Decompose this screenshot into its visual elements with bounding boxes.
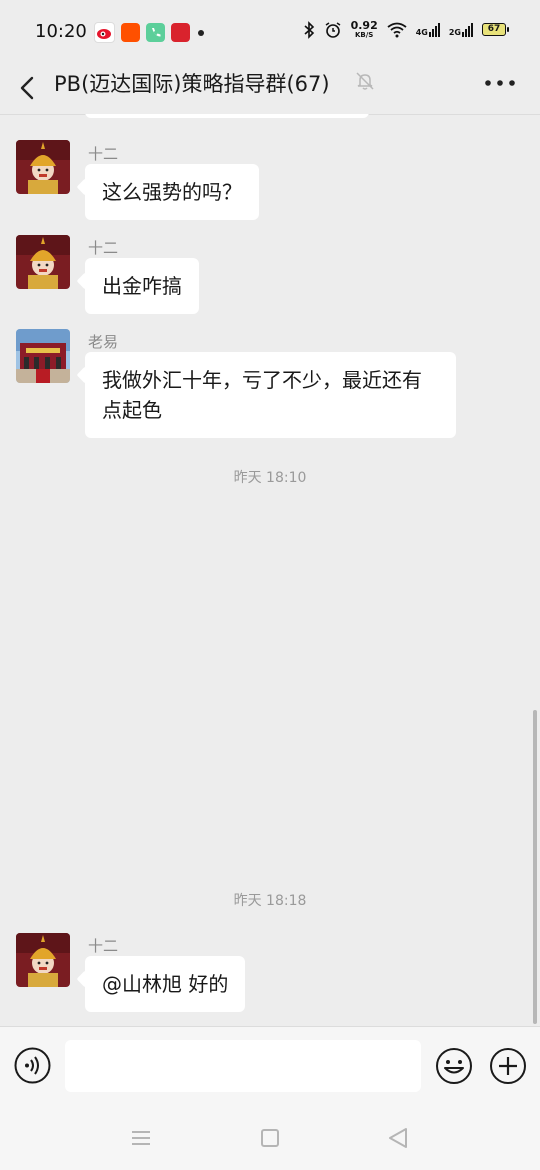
menu-nav-icon[interactable] — [129, 1126, 153, 1150]
wifi-icon — [387, 22, 407, 37]
message-text: 我做外汇十年，亏了不少，最近还有点起色 — [102, 368, 422, 422]
system-nav-bar — [0, 1108, 540, 1170]
status-indicators: 0.92 KB/S 4G 2G 67 — [303, 19, 509, 39]
message-text: 这么强势的吗？ — [102, 180, 242, 204]
voice-input-icon[interactable] — [14, 1047, 51, 1084]
avatar[interactable] — [16, 140, 70, 194]
weibo-app-icon — [94, 22, 115, 43]
bluetooth-icon — [304, 20, 314, 39]
partial-message-bubble[interactable] — [85, 114, 369, 118]
taobao-app-icon — [121, 23, 140, 42]
scrollbar[interactable] — [533, 710, 537, 1024]
phone-app-icon — [146, 23, 165, 42]
status-bar: 10:20 0.92 KB/S 4G 2G 67 — [0, 0, 540, 62]
news-app-icon — [171, 23, 190, 42]
sender-name: 十二 — [88, 145, 119, 163]
avatar[interactable] — [16, 933, 70, 987]
time-divider: 昨天 18:18 — [233, 893, 307, 909]
network-speed: 0.92 KB/S — [350, 19, 378, 39]
home-nav-icon[interactable] — [258, 1126, 282, 1150]
input-bar — [0, 1026, 540, 1109]
message-text: @山林旭 好的 — [102, 972, 229, 996]
alarm-icon — [325, 21, 340, 38]
avatar[interactable] — [16, 329, 70, 383]
back-arrow-icon[interactable] — [14, 72, 42, 104]
more-options-icon[interactable] — [484, 77, 516, 89]
message-input[interactable] — [65, 1040, 421, 1092]
mute-bell-icon — [356, 72, 374, 90]
signal-2g: 2G — [449, 22, 473, 37]
sender-name: 老易 — [88, 333, 119, 351]
time-divider: 昨天 18:10 — [233, 470, 307, 486]
emoji-icon[interactable] — [435, 1047, 473, 1085]
back-nav-icon[interactable] — [386, 1126, 410, 1150]
sender-name: 十二 — [88, 937, 119, 955]
chat-header: PB(迈达国际)策略指导群(67) — [0, 62, 540, 115]
message-text: 出金咋搞 — [102, 274, 182, 298]
status-time: 10:20 — [35, 21, 87, 42]
plus-icon[interactable] — [489, 1047, 527, 1085]
chat-title: PB(迈达国际)策略指导群(67) — [54, 72, 330, 96]
message-bubble[interactable]: 出金咋搞 — [85, 258, 199, 314]
more-notifications-dot — [198, 29, 204, 36]
notification-icons — [94, 22, 204, 43]
message-list[interactable]: 十二 这么强势的吗？ 十二 出金咋搞 老易 我做外汇十年，亏了不少，最近还有点起… — [0, 114, 540, 1026]
battery-icon: 67 — [482, 23, 509, 36]
message-bubble[interactable]: 我做外汇十年，亏了不少，最近还有点起色 — [85, 352, 456, 438]
avatar[interactable] — [16, 235, 70, 289]
message-bubble[interactable]: @山林旭 好的 — [85, 956, 246, 1012]
signal-4g: 4G — [416, 22, 440, 37]
sender-name: 十二 — [88, 239, 119, 257]
message-bubble[interactable]: 这么强势的吗？ — [85, 164, 259, 220]
